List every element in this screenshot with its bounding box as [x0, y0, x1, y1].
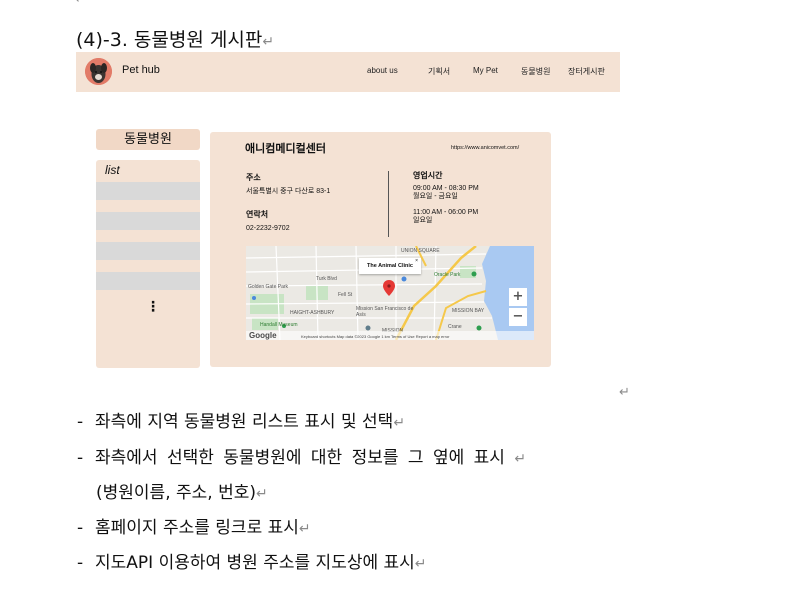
- paragraph-return-mark: ↵: [393, 415, 406, 431]
- paragraph-return-mark: ↵: [262, 34, 275, 50]
- sunday-days: 일요일: [413, 217, 433, 224]
- brand-name[interactable]: Pet hub: [122, 64, 160, 76]
- map-label: Handall Museum: [260, 322, 298, 328]
- address-label: 주소: [246, 173, 261, 182]
- list-item[interactable]: [96, 242, 200, 260]
- map-label: Fell St: [338, 292, 353, 298]
- location-map[interactable]: UNION SQUARE Oracle Park MISSION BAY HAI…: [246, 246, 534, 340]
- paragraph-return-mark: ↵: [75, 0, 86, 7]
- bullet-text: 홈페이지 주소를 링크로 표시: [95, 518, 299, 538]
- popup-title: The Animal Clinic: [367, 263, 413, 269]
- more-vertical-icon[interactable]: ⋮: [146, 300, 160, 314]
- bullet-text: 좌측에서 선택한 동물병원에 대한 정보를 그 옆에 표시: [95, 448, 505, 468]
- hospital-name: 애니컴메디컬센터: [245, 142, 326, 155]
- bullet-dash: -: [77, 412, 84, 432]
- bullet-continuation: (병원이름, 주소, 번호)↵: [96, 478, 268, 503]
- map-label: UNION SQUARE: [401, 248, 440, 254]
- paragraph-return-mark: ↵: [298, 521, 311, 537]
- info-divider: [388, 171, 389, 237]
- paragraph-return-mark: ↵: [619, 385, 630, 400]
- bullet-dash: -: [77, 518, 84, 538]
- bullet-text: (병원이름, 주소, 번호): [96, 483, 256, 503]
- bullet-text: 지도API 이용하여 병원 주소를 지도상에 표시: [95, 553, 415, 573]
- map-label: Mission San Francisco de Asís: [356, 306, 414, 318]
- bullet-dash: -: [77, 553, 84, 573]
- weekday-days: 월요일 - 금요일: [413, 193, 458, 200]
- map-label: Crane: [448, 324, 462, 330]
- close-icon[interactable]: ×: [415, 253, 418, 269]
- paragraph-return-mark: ↵: [514, 451, 527, 467]
- address-value: 서울특별시 중구 다산로 83-1: [246, 188, 331, 195]
- nav-plan[interactable]: 기획서: [428, 66, 450, 77]
- map-label: MISSION BAY: [452, 308, 485, 314]
- zoom-in-button[interactable]: +: [509, 288, 527, 306]
- phone-value: 02-2232-9702: [246, 225, 290, 232]
- map-attribution[interactable]: Keyboard shortcuts Map data ©2023 Google…: [301, 334, 450, 339]
- map-info-popup[interactable]: The Animal Clinic ×: [359, 258, 421, 274]
- list-item[interactable]: [96, 272, 200, 290]
- bullet-item: - 지도API 이용하여 병원 주소를 지도상에 표시↵: [77, 548, 427, 573]
- contact-label: 연락처: [246, 210, 269, 219]
- dog-logo-icon: [85, 58, 112, 85]
- map-label: Oracle Park: [434, 272, 461, 278]
- bullet-text: 좌측에 지역 동물병원 리스트 표시 및 선택: [95, 412, 394, 432]
- bullet-item: - 홈페이지 주소를 링크로 표시↵: [77, 513, 311, 538]
- bullet-item: - 좌측에서 선택한 동물병원에 대한 정보를 그 옆에 표시 ↵: [77, 443, 526, 468]
- list-item[interactable]: [96, 182, 200, 200]
- hospital-list: list ⋮: [96, 160, 200, 368]
- homepage-link[interactable]: https://www.anicomvet.com/: [451, 145, 519, 151]
- list-label: list: [105, 163, 120, 177]
- nav-market-board[interactable]: 장터게시판: [568, 66, 605, 77]
- map-label: HAIGHT-ASHBURY: [290, 310, 335, 316]
- list-item[interactable]: [96, 212, 200, 230]
- hospital-detail-card: 애니컴메디컬센터 https://www.anicomvet.com/ 주소 서…: [210, 132, 551, 367]
- hours-label: 영업시간: [413, 171, 443, 180]
- paragraph-return-mark: ↵: [414, 556, 427, 572]
- map-label: Golden Gate Park: [248, 284, 289, 290]
- nav-animal-hospital[interactable]: 동물병원: [521, 66, 550, 77]
- map-label: Turk Blvd: [316, 276, 337, 282]
- zoom-out-button[interactable]: −: [509, 308, 527, 326]
- heading-text: (4)-3. 동물병원 게시판: [76, 29, 263, 51]
- section-heading: (4)-3. 동물병원 게시판↵: [76, 25, 274, 52]
- bullet-dash: -: [77, 448, 84, 468]
- paragraph-return-mark: ↵: [256, 486, 268, 502]
- sidebar-title: 동물병원: [96, 129, 200, 150]
- bullet-item: - 좌측에 지역 동물병원 리스트 표시 및 선택↵: [77, 407, 405, 432]
- google-logo: Google: [249, 331, 277, 340]
- mockup-navbar: Pet hub about us 기획서 My Pet 동물병원 장터게시판: [76, 52, 620, 92]
- nav-my-pet[interactable]: My Pet: [473, 66, 498, 75]
- nav-about-us[interactable]: about us: [367, 66, 398, 75]
